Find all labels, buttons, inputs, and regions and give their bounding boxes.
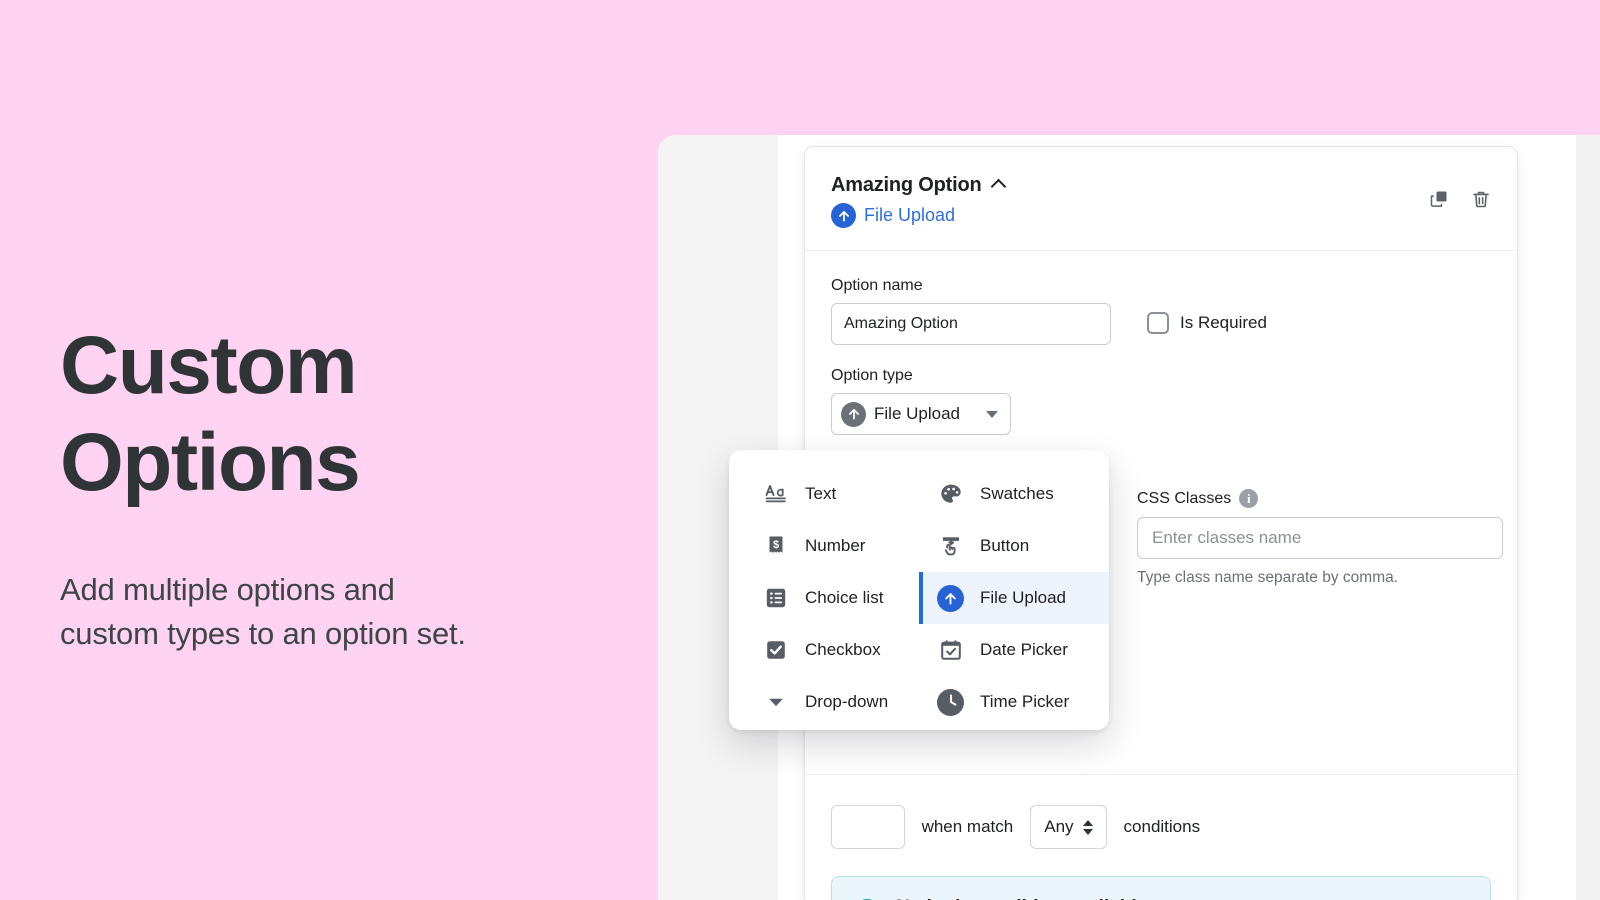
palette-icon <box>937 481 964 508</box>
trash-icon[interactable] <box>1469 187 1493 211</box>
option-card-subtitle-row: File Upload <box>831 203 1491 228</box>
menu-item-choice-list[interactable]: Choice list <box>729 572 919 624</box>
option-type-select[interactable]: File Upload <box>831 393 1011 435</box>
menu-item-drop-down[interactable]: Drop-down <box>729 676 919 728</box>
option-card-actions <box>1427 187 1493 211</box>
list-icon <box>762 585 789 612</box>
option-type-label: Option type <box>831 367 913 384</box>
option-name-label: Option name <box>831 277 923 294</box>
menu-item-file-upload[interactable]: File Upload <box>919 572 1109 624</box>
is-required-checkbox[interactable] <box>1147 312 1169 334</box>
hero-section: Custom Options Add multiple options and … <box>60 318 660 656</box>
page-subtitle: Add multiple options and custom types to… <box>60 571 466 651</box>
caret-down-icon <box>986 410 998 418</box>
menu-item-time-picker[interactable]: Time Picker <box>919 676 1109 728</box>
file-upload-icon <box>841 401 866 427</box>
option-type-menu[interactable]: Text Swatches $ Number Button Choice lis… <box>729 450 1109 730</box>
logic-match-select[interactable]: Any <box>1030 805 1107 849</box>
option-card-body: Option name Is Required Option type File… <box>805 251 1517 900</box>
logic-row: when match Any conditions <box>831 805 1200 849</box>
is-required-label: Is Required <box>1180 313 1267 332</box>
logic-divider <box>805 774 1517 775</box>
no-logic-info-banner: i No logic condition available. This opt… <box>831 876 1491 900</box>
logic-match-value: Any <box>1044 817 1074 836</box>
menu-item-text[interactable]: Text <box>729 468 919 520</box>
option-name-row: Is Required <box>831 303 1491 345</box>
is-required-control[interactable]: Is Required <box>1147 312 1267 334</box>
svg-text:$: $ <box>772 539 778 551</box>
css-classes-label-row: CSS Classes i <box>1137 489 1503 508</box>
option-name-input[interactable] <box>831 303 1111 345</box>
menu-item-label: Number <box>805 536 866 555</box>
stepper-arrows-icon[interactable] <box>1082 819 1093 835</box>
menu-item-label: Checkbox <box>805 640 881 659</box>
menu-item-label: Date Picker <box>980 640 1068 659</box>
add-logic-button[interactable] <box>831 805 905 849</box>
duplicate-icon[interactable] <box>1427 187 1451 211</box>
menu-item-label: Time Picker <box>980 692 1070 711</box>
css-classes-label: CSS Classes <box>1137 489 1232 507</box>
file-upload-icon <box>937 584 964 612</box>
click-button-icon <box>937 533 964 560</box>
css-classes-input[interactable] <box>1137 517 1503 559</box>
file-upload-icon <box>831 203 856 228</box>
content-gutter <box>1576 135 1600 900</box>
menu-item-label: File Upload <box>980 588 1066 607</box>
option-card-subtitle: File Upload <box>864 205 956 225</box>
text-format-icon <box>762 481 789 508</box>
caret-down-icon <box>762 689 789 716</box>
logic-conditions-text: conditions <box>1123 817 1201 836</box>
menu-item-date-picker[interactable]: Date Picker <box>919 624 1109 676</box>
clock-icon <box>937 688 964 716</box>
checkbox-icon <box>762 637 789 664</box>
option-card-title-row[interactable]: Amazing Option <box>831 174 1491 197</box>
chevron-up-icon[interactable] <box>991 176 1006 191</box>
menu-item-label: Drop-down <box>805 692 889 711</box>
menu-item-checkbox[interactable]: Checkbox <box>729 624 919 676</box>
menu-item-swatches[interactable]: Swatches <box>919 468 1109 520</box>
info-icon[interactable]: i <box>1239 489 1259 508</box>
menu-item-label: Swatches <box>980 484 1054 503</box>
calendar-check-icon <box>937 637 964 664</box>
css-classes-field: CSS Classes i Type class name separate b… <box>1137 489 1503 587</box>
menu-item-label: Button <box>980 536 1030 555</box>
menu-item-button[interactable]: Button <box>919 520 1109 572</box>
css-classes-help: Type class name separate by comma. <box>1137 569 1399 586</box>
menu-item-label: Choice list <box>805 588 884 607</box>
receipt-dollar-icon: $ <box>762 533 789 560</box>
page-title: Custom Options <box>60 320 361 508</box>
menu-item-number[interactable]: $ Number <box>729 520 919 572</box>
menu-item-label: Text <box>805 484 837 503</box>
option-card-title: Amazing Option <box>831 174 982 196</box>
option-card-header: Amazing Option File Upload <box>805 147 1517 251</box>
option-type-value: File Upload <box>874 404 960 423</box>
logic-match-text: when match <box>921 817 1014 836</box>
